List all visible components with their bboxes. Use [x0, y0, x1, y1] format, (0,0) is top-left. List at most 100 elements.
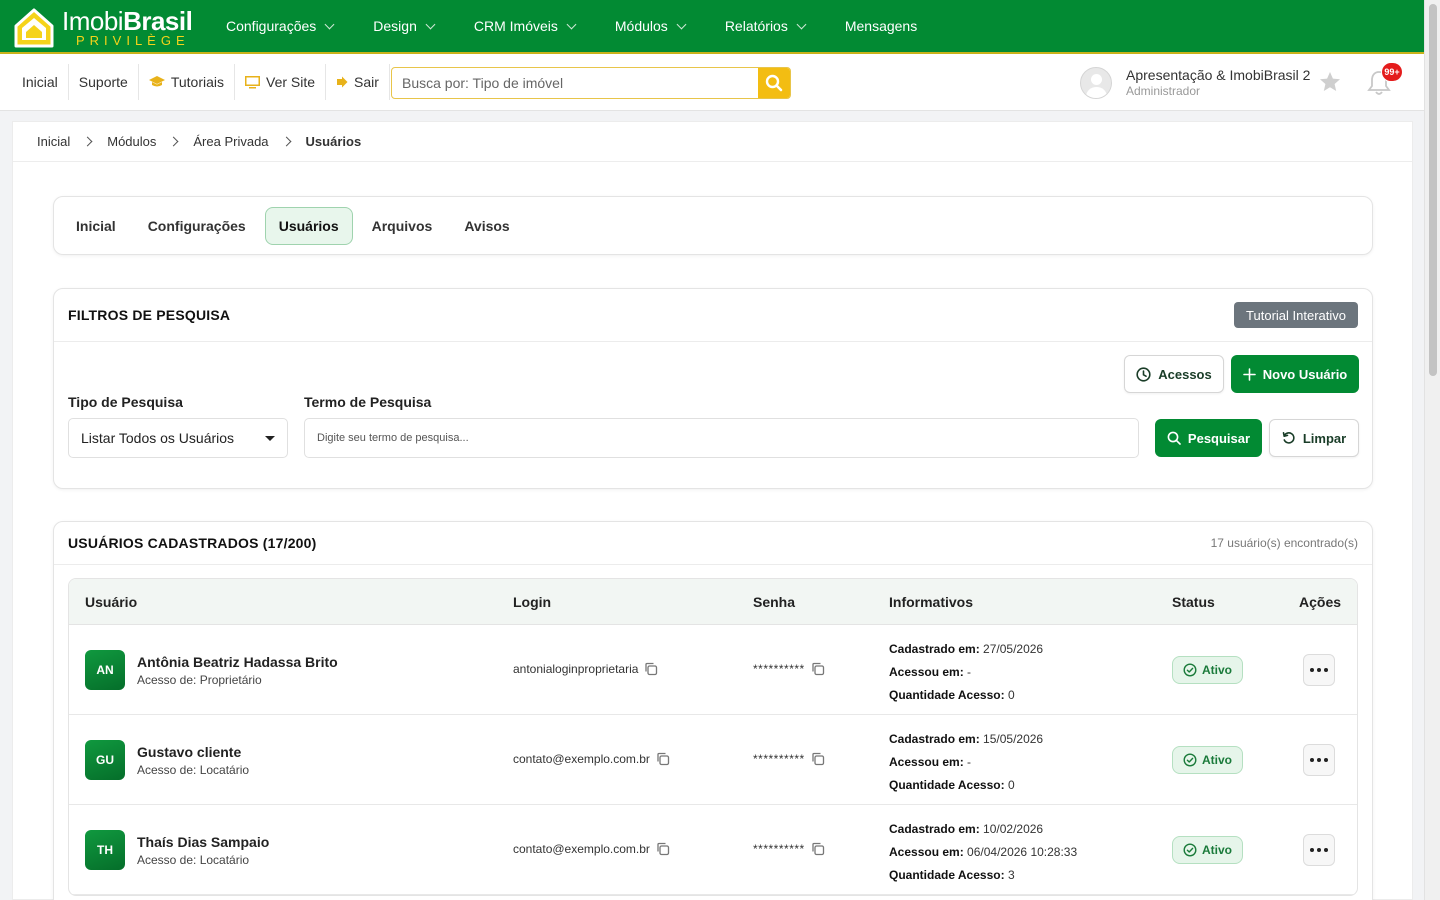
copy-icon[interactable] — [811, 662, 825, 676]
col-status[interactable]: Status — [1172, 594, 1215, 610]
limpar-button[interactable]: Limpar — [1269, 419, 1359, 457]
table-header: Usuário Login Senha Informativos Status … — [69, 579, 1357, 625]
status-label: Ativo — [1202, 753, 1232, 767]
caret-down-icon — [265, 435, 275, 441]
tab-arquivos[interactable]: Arquivos — [359, 207, 446, 245]
col-acoes: Ações — [1299, 593, 1342, 610]
link-label: Ver Site — [266, 74, 316, 90]
global-search-input[interactable] — [392, 68, 758, 98]
link-inicial[interactable]: Inicial — [12, 64, 69, 100]
termo-pesquisa-label: Termo de Pesquisa — [304, 394, 432, 410]
users-table: Usuário Login Senha Informativos Status … — [68, 578, 1358, 896]
search-icon — [1167, 431, 1181, 445]
acessos-button[interactable]: Acessos — [1124, 355, 1224, 393]
info-label: Acessou em: — [889, 755, 964, 769]
menu-label: Relatórios — [724, 18, 788, 34]
dot — [1324, 848, 1328, 852]
row-actions-button[interactable] — [1303, 654, 1335, 686]
tab-configuracoes[interactable]: Configurações — [135, 207, 259, 245]
menu-label: Módulos — [614, 18, 668, 34]
novo-usuario-button[interactable]: Novo Usuário — [1231, 355, 1359, 393]
brand-logo[interactable]: ImobiBrasil PRIVILÈGE — [12, 4, 193, 50]
user-info: Apresentação & ImobiBrasil 2 Administrad… — [1126, 67, 1310, 99]
tutorial-button[interactable]: Tutorial Interativo — [1234, 302, 1358, 328]
link-suporte[interactable]: Suporte — [69, 64, 139, 100]
breadcrumb-modulos[interactable]: Módulos — [107, 134, 156, 149]
page-scrollbar[interactable] — [1424, 0, 1440, 900]
breadcrumb: Inicial Módulos Área Privada Usuários — [37, 134, 361, 149]
tab-inicial[interactable]: Inicial — [63, 207, 129, 245]
copy-icon[interactable] — [644, 662, 658, 676]
clock-icon — [1136, 366, 1151, 382]
menu-design[interactable]: Design — [353, 0, 454, 52]
menu-configuracoes[interactable]: Configurações — [206, 0, 353, 52]
col-login[interactable]: Login — [513, 594, 551, 610]
acessou-value: - — [967, 755, 972, 769]
users-card: USUÁRIOS CADASTRADOS (17/200) 17 usuário… — [53, 521, 1373, 900]
global-search-button[interactable] — [758, 68, 790, 98]
chevron-down-icon — [566, 19, 577, 29]
col-informativos[interactable]: Informativos — [889, 594, 973, 610]
row-actions-button[interactable] — [1303, 744, 1335, 776]
user-access-type: Acesso de: Proprietário — [137, 673, 262, 687]
copy-icon[interactable] — [811, 842, 825, 856]
status-badge[interactable]: Ativo — [1172, 836, 1243, 864]
login-cell: contato@exemplo.com.br — [513, 752, 670, 766]
filters-header: FILTROS DE PESQUISA Tutorial Interativo — [54, 289, 1372, 342]
link-tutoriais[interactable]: Tutoriais — [139, 64, 236, 100]
col-senha[interactable]: Senha — [753, 594, 795, 610]
tab-avisos[interactable]: Avisos — [451, 207, 522, 245]
login-cell: contato@exemplo.com.br — [513, 842, 670, 856]
info-label: Acessou em: — [889, 665, 964, 679]
info-label: Quantidade Acesso: — [889, 868, 1005, 882]
breadcrumb-area-privada[interactable]: Área Privada — [193, 134, 268, 149]
menu-mensagens[interactable]: Mensagens — [825, 0, 937, 52]
graduation-cap-icon — [148, 76, 165, 87]
menu-relatorios[interactable]: Relatórios — [705, 0, 825, 52]
users-count: 17 usuário(s) encontrado(s) — [1210, 536, 1358, 550]
status-badge[interactable]: Ativo — [1172, 746, 1243, 774]
favorites-star-icon[interactable] — [1318, 70, 1342, 94]
check-circle-icon — [1183, 843, 1197, 857]
login-value: antonialoginproprietaria — [513, 662, 639, 676]
button-label: Pesquisar — [1187, 430, 1251, 446]
col-usuario[interactable]: Usuário — [85, 594, 137, 610]
info-label: Quantidade Acesso: — [889, 778, 1005, 792]
tab-usuarios[interactable]: Usuários — [264, 206, 353, 245]
select-value: Listar Todos os Usuários — [81, 430, 235, 446]
status-label: Ativo — [1202, 663, 1232, 677]
button-label: Limpar — [1302, 430, 1347, 446]
user-menu[interactable]: Apresentação & ImobiBrasil 2 Administrad… — [1080, 66, 1310, 100]
menu-crm-imoveis[interactable]: CRM Imóveis — [454, 0, 595, 52]
cadastrado-value: 15/05/2026 — [983, 732, 1044, 746]
dot — [1324, 668, 1328, 672]
copy-icon[interactable] — [656, 752, 670, 766]
pesquisar-button[interactable]: Pesquisar — [1155, 419, 1262, 457]
row-actions-button[interactable] — [1303, 834, 1335, 866]
acessou-value: - — [967, 665, 972, 679]
tipo-pesquisa-select[interactable]: Listar Todos os Usuários — [68, 418, 288, 458]
house-logo-icon — [14, 8, 54, 48]
copy-icon[interactable] — [656, 842, 670, 856]
dot — [1324, 758, 1328, 762]
info-label: Acessou em: — [889, 845, 964, 859]
copy-icon[interactable] — [811, 752, 825, 766]
dot — [1317, 668, 1321, 672]
user-name: Thaís Dias Sampaio — [137, 834, 270, 850]
scrollbar-thumb[interactable] — [1429, 4, 1437, 376]
user-name: Gustavo cliente — [137, 744, 242, 760]
password-value: ********** — [753, 662, 805, 676]
menu-modulos[interactable]: Módulos — [595, 0, 705, 52]
login-value: contato@exemplo.com.br — [513, 752, 650, 766]
link-sair[interactable]: Sair — [326, 64, 390, 100]
login-cell: antonialoginproprietaria — [513, 662, 658, 676]
status-badge[interactable]: Ativo — [1172, 656, 1243, 684]
brand-name: ImobiBrasil — [62, 6, 193, 36]
link-ver-site[interactable]: Ver Site — [235, 64, 327, 100]
info-label: Cadastrado em: — [889, 822, 980, 836]
acessou-value: 06/04/2026 10:28:33 — [967, 845, 1078, 859]
breadcrumb-inicial[interactable]: Inicial — [37, 134, 70, 149]
termo-pesquisa-input[interactable] — [304, 418, 1139, 458]
chevron-down-icon — [324, 19, 335, 29]
user-name: Antônia Beatriz Hadassa Brito — [137, 654, 338, 670]
